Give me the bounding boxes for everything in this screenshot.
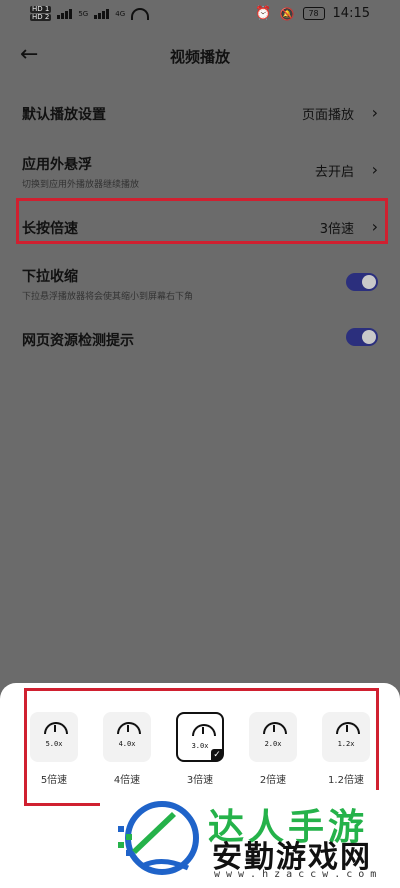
speed-label: 2倍速 [259,775,287,786]
chevron-right-icon: › [371,103,378,122]
top-bar: ← 视频播放 [0,40,400,72]
wifi-icon [131,7,150,20]
status-right: ⏰ 🔕 78 14:15 [255,6,370,21]
hd2-badge: HD 2 [30,13,52,21]
speed-label: 4倍速 [113,775,141,786]
speed-label: 3倍速 [186,775,214,786]
network-1-label: 5G [78,9,89,18]
setting-label: 网页资源检测提示 [22,333,134,349]
status-left: HD 1 HD 2 5G 4G [30,5,150,21]
speed-option-2x[interactable]: 2.0x [249,712,297,762]
resource-detect-toggle[interactable] [346,328,378,346]
hd-indicators: HD 1 HD 2 [30,5,52,21]
speed-icon-text: 2.0x [264,740,282,748]
gauge-icon [192,724,216,736]
speed-icon-text: 4.0x [118,740,136,748]
speed-label: 5倍速 [40,775,68,786]
signal-2-icon [94,8,110,19]
setting-subtitle: 下拉悬浮播放器将会使其缩小到屏幕右下角 [22,292,194,302]
speed-label: 1.2倍速 [328,775,364,786]
network-2-label: 4G [115,9,126,18]
watermark-url: www.hzaccw.com [214,869,383,880]
gauge-icon [117,722,141,734]
setting-resource-detect: 网页资源检测提示 [22,328,378,350]
setting-external-float[interactable]: 应用外悬浮 切换到应用外播放器继续播放 去开启 › [22,154,378,190]
setting-value: 页面播放 [301,108,354,123]
setting-value: 去开启 [314,165,354,180]
watermark-logo-icon [118,801,199,875]
speed-option-1-2x[interactable]: 1.2x [322,712,370,762]
page-title: 视频播放 [169,48,230,66]
gauge-icon [44,722,68,734]
battery-level: 78 [308,9,319,18]
check-icon: ✓ [211,749,223,761]
highlight-frame [16,198,388,244]
status-bar: HD 1 HD 2 5G 4G ⏰ 🔕 78 14:15 [0,0,400,28]
setting-default-play[interactable]: 默认播放设置 页面播放 › [22,103,378,124]
signal-1-icon [57,8,73,19]
clock: 14:15 [332,6,370,21]
gauge-icon [336,722,360,734]
chevron-right-icon: › [371,160,378,179]
mute-icon: 🔕 [279,6,295,21]
setting-pull-shrink: 下拉收缩 下拉悬浮播放器将会使其缩小到屏幕右下角 [22,266,378,302]
battery-icon: 78 [302,7,325,20]
speed-icon-text: 1.2x [337,740,355,748]
speed-icon-text: 5.0x [45,740,63,748]
gauge-icon [263,722,287,734]
setting-label: 下拉收缩 [22,269,78,285]
alarm-icon: ⏰ [255,6,272,21]
speed-option-5x[interactable]: 5.0x [30,712,78,762]
hd1-badge: HD 1 [30,5,52,13]
speed-option-3x[interactable]: 3.0x ✓ [176,712,224,762]
pull-shrink-toggle[interactable] [346,273,378,291]
speed-option-4x[interactable]: 4.0x [103,712,151,762]
